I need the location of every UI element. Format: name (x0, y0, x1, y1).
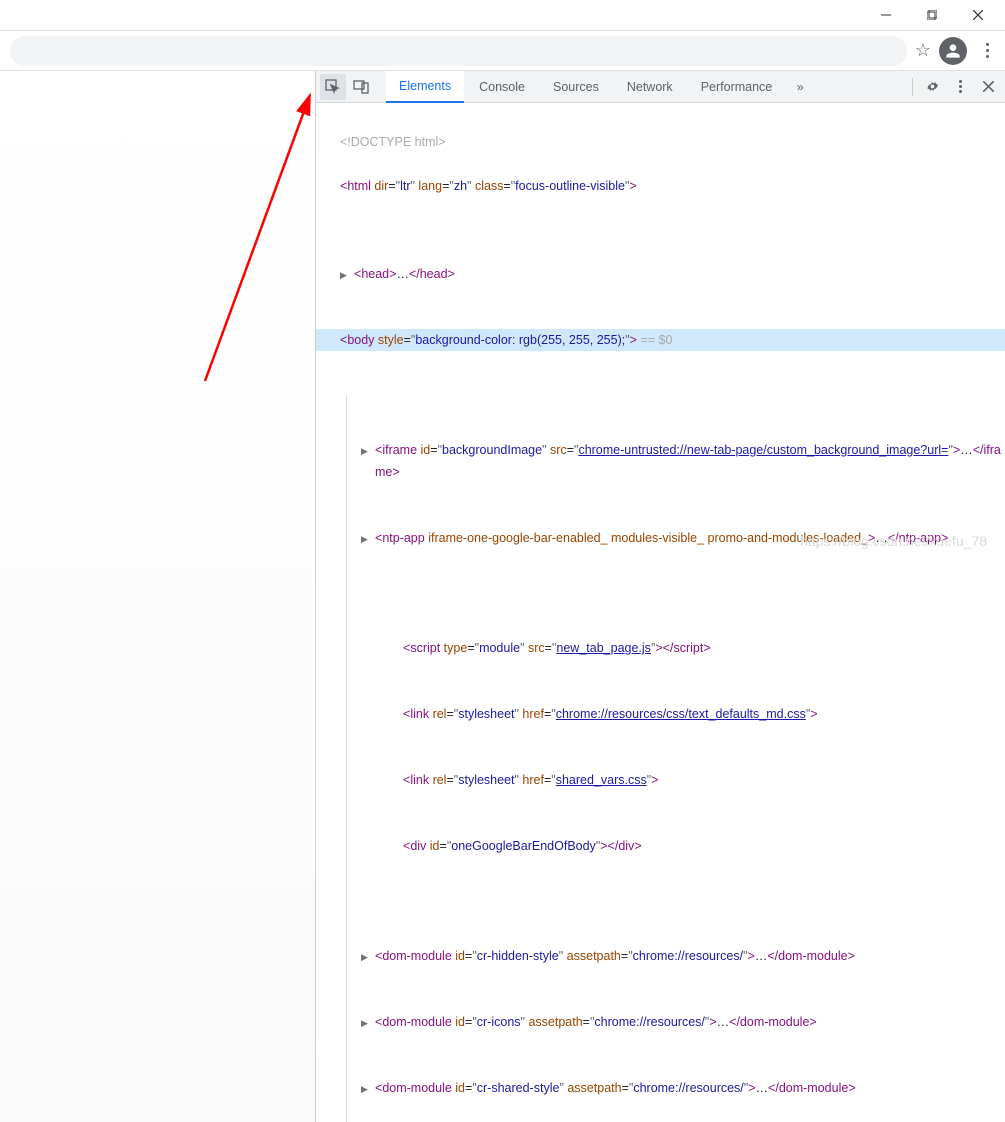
tab-network[interactable]: Network (614, 71, 686, 103)
settings-gear-icon[interactable] (919, 74, 945, 100)
watermark: https://blog.csdn.net/xuefu_78 (800, 533, 987, 549)
tab-sources[interactable]: Sources (540, 71, 612, 103)
content-area: Elements Console Sources Network Perform… (0, 71, 1005, 1122)
dom-script[interactable]: <script type="module" src="new_tab_page.… (389, 637, 1005, 659)
device-toolbar-icon[interactable] (348, 74, 374, 100)
tab-elements[interactable]: Elements (386, 71, 464, 103)
page-pane (0, 71, 315, 1122)
tabs-overflow-icon[interactable]: » (787, 74, 813, 100)
dom-div1[interactable]: <div id="oneGoogleBarEndOfBody"></div> (389, 835, 1005, 857)
profile-avatar-icon[interactable] (939, 37, 967, 65)
divider (912, 78, 913, 96)
browser-toolbar: ☆ (0, 30, 1005, 71)
titlebar (0, 0, 1005, 30)
dom-tree[interactable]: <!DOCTYPE html> <html dir="ltr" lang="zh… (316, 103, 1005, 1122)
inspect-element-icon[interactable] (320, 74, 346, 100)
tab-performance[interactable]: Performance (688, 71, 786, 103)
devtools-menu-icon[interactable] (947, 74, 973, 100)
dom-dm0[interactable]: <dom-module id="cr-hidden-style" assetpa… (361, 945, 1005, 967)
window-minimize-button[interactable] (863, 0, 909, 30)
dom-head[interactable]: <head>…</head> (340, 263, 1005, 285)
dom-html-open[interactable]: <html dir="ltr" lang="zh" class="focus-o… (326, 175, 1005, 197)
dom-iframe[interactable]: <iframe id="backgroundImage" src="chrome… (361, 439, 1005, 483)
devtools-panel: Elements Console Sources Network Perform… (315, 71, 1005, 1122)
devtools-close-icon[interactable] (975, 74, 1001, 100)
browser-menu-icon[interactable] (975, 43, 999, 58)
dom-link2[interactable]: <link rel="stylesheet" href="shared_vars… (389, 769, 1005, 791)
devtools-tabbar: Elements Console Sources Network Perform… (316, 71, 1005, 103)
window-close-button[interactable] (955, 0, 1001, 30)
annotation-arrow-icon (0, 71, 315, 501)
dom-dm1[interactable]: <dom-module id="cr-icons" assetpath="chr… (361, 1011, 1005, 1033)
dom-body-selected[interactable]: ⋯<body style="background-color: rgb(255,… (316, 329, 1005, 351)
dom-link1[interactable]: <link rel="stylesheet" href="chrome://re… (389, 703, 1005, 725)
tab-console[interactable]: Console (466, 71, 538, 103)
bookmark-star-icon[interactable]: ☆ (915, 40, 931, 61)
browser-window: ☆ (0, 0, 1005, 561)
dom-dm2[interactable]: <dom-module id="cr-shared-style" assetpa… (361, 1077, 1005, 1099)
window-maximize-button[interactable] (909, 0, 955, 30)
address-bar[interactable] (10, 36, 907, 66)
dom-doctype[interactable]: <!DOCTYPE html> (326, 131, 1005, 153)
